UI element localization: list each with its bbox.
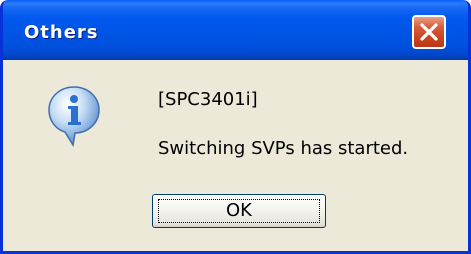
ok-button[interactable]: OK (152, 194, 326, 228)
message-code: [SPC3401i] (158, 89, 258, 110)
dialog-title: Others (24, 22, 99, 43)
title-bar[interactable]: Others (3, 0, 468, 60)
message-dialog: Others [SPC3401i] Switching SVPs has sta… (0, 0, 471, 254)
information-icon (48, 86, 100, 147)
message-text: Switching SVPs has started. (158, 138, 409, 159)
close-button[interactable] (412, 15, 446, 49)
ok-button-label: OK (226, 200, 252, 221)
close-x-icon (420, 23, 438, 41)
